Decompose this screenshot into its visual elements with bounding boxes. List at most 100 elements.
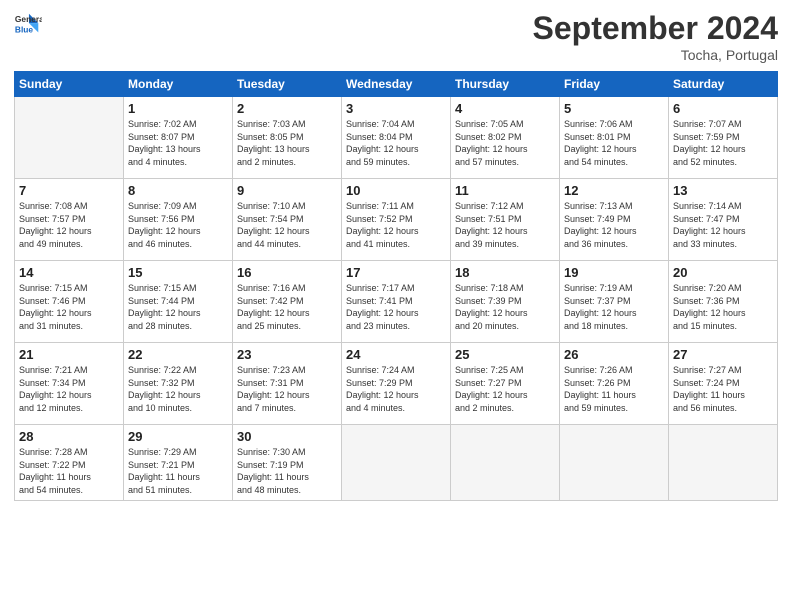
day-number: 10 (346, 183, 446, 198)
day-info: Sunrise: 7:12 AMSunset: 7:51 PMDaylight:… (455, 200, 555, 250)
table-row: 24Sunrise: 7:24 AMSunset: 7:29 PMDayligh… (342, 343, 451, 425)
table-row: 19 Sunrise: 7:19 AMSunset: 7:37 PMDayligh… (560, 261, 669, 343)
table-row: 20Sunrise: 7:20 AMSunset: 7:36 PMDayligh… (669, 261, 778, 343)
day-number: 28 (19, 429, 119, 444)
day-info: Sunrise: 7:05 AMSunset: 8:02 PMDaylight:… (455, 118, 555, 168)
day-number: 11 (455, 183, 555, 198)
header-sunday: Sunday (15, 72, 124, 97)
day-info: Sunrise: 7:16 AMSunset: 7:42 PMDaylight:… (237, 282, 337, 332)
day-info: Sunrise: 7:11 AMSunset: 7:52 PMDaylight:… (346, 200, 446, 250)
page: General Blue September 2024 Tocha, Portu… (0, 0, 792, 612)
day-number: 24 (346, 347, 446, 362)
day-number: 6 (673, 101, 773, 116)
day-info: Sunrise: 7:23 AMSunset: 7:31 PMDaylight:… (237, 364, 337, 414)
header-friday: Friday (560, 72, 669, 97)
table-row: 22 Sunrise: 7:22 AMSunset: 7:32 PMDayligh… (124, 343, 233, 425)
table-row: 7 Sunrise: 7:08 AMSunset: 7:57 PMDaylight… (15, 179, 124, 261)
day-info: Sunrise: 7:20 AMSunset: 7:36 PMDaylight:… (673, 282, 773, 332)
table-row: 12 Sunrise: 7:13 AMSunset: 7:49 PMDayligh… (560, 179, 669, 261)
table-row: 27 Sunrise: 7:27 AMSunset: 7:24 PMDayligh… (669, 343, 778, 425)
day-number: 21 (19, 347, 119, 362)
day-info: Sunrise: 7:15 AMSunset: 7:46 PMDaylight:… (19, 282, 119, 332)
day-number: 29 (128, 429, 228, 444)
table-row: 3 Sunrise: 7:04 AMSunset: 8:04 PMDaylight… (342, 97, 451, 179)
logo-icon: General Blue (14, 10, 42, 38)
table-row: 16 Sunrise: 7:16 AMSunset: 7:42 PMDayligh… (233, 261, 342, 343)
table-row: 11 Sunrise: 7:12 AMSunset: 7:51 PMDayligh… (451, 179, 560, 261)
day-number: 26 (564, 347, 664, 362)
location: Tocha, Portugal (533, 47, 778, 63)
day-number: 19 (564, 265, 664, 280)
day-number: 3 (346, 101, 446, 116)
day-info: Sunrise: 7:10 AMSunset: 7:54 PMDaylight:… (237, 200, 337, 250)
header-thursday: Thursday (451, 72, 560, 97)
day-info: Sunrise: 7:28 AMSunset: 7:22 PMDaylight:… (19, 446, 119, 496)
day-number: 9 (237, 183, 337, 198)
day-number: 15 (128, 265, 228, 280)
svg-text:Blue: Blue (15, 24, 33, 34)
day-info: Sunrise: 7:15 AMSunset: 7:44 PMDaylight:… (128, 282, 228, 332)
table-row: 21 Sunrise: 7:21 AMSunset: 7:34 PMDayligh… (15, 343, 124, 425)
day-info: Sunrise: 7:19 AMSunset: 7:37 PMDaylight:… (564, 282, 664, 332)
table-row: 2 Sunrise: 7:03 AMSunset: 8:05 PMDaylight… (233, 97, 342, 179)
day-info: Sunrise: 7:08 AMSunset: 7:57 PMDaylight:… (19, 200, 119, 250)
day-number: 8 (128, 183, 228, 198)
day-number: 27 (673, 347, 773, 362)
day-info: Sunrise: 7:03 AMSunset: 8:05 PMDaylight:… (237, 118, 337, 168)
table-row (560, 425, 669, 501)
day-number: 13 (673, 183, 773, 198)
table-row: 30Sunrise: 7:30 AMSunset: 7:19 PMDayligh… (233, 425, 342, 501)
day-number: 16 (237, 265, 337, 280)
table-row: 13 Sunrise: 7:14 AMSunset: 7:47 PMDayligh… (669, 179, 778, 261)
svg-text:General: General (15, 14, 42, 24)
day-number: 5 (564, 101, 664, 116)
day-info: Sunrise: 7:17 AMSunset: 7:41 PMDaylight:… (346, 282, 446, 332)
table-row: 4 Sunrise: 7:05 AMSunset: 8:02 PMDaylight… (451, 97, 560, 179)
header-tuesday: Tuesday (233, 72, 342, 97)
day-info: Sunrise: 7:14 AMSunset: 7:47 PMDaylight:… (673, 200, 773, 250)
table-row: 15 Sunrise: 7:15 AMSunset: 7:44 PMDayligh… (124, 261, 233, 343)
table-row: 28 Sunrise: 7:28 AMSunset: 7:22 PMDayligh… (15, 425, 124, 501)
day-info: Sunrise: 7:02 AMSunset: 8:07 PMDaylight:… (128, 118, 228, 168)
header-wednesday: Wednesday (342, 72, 451, 97)
day-number: 18 (455, 265, 555, 280)
day-info: Sunrise: 7:21 AMSunset: 7:34 PMDaylight:… (19, 364, 119, 414)
day-info: Sunrise: 7:13 AMSunset: 7:49 PMDaylight:… (564, 200, 664, 250)
table-row (451, 425, 560, 501)
day-info: Sunrise: 7:22 AMSunset: 7:32 PMDaylight:… (128, 364, 228, 414)
day-number: 7 (19, 183, 119, 198)
table-row: 17 Sunrise: 7:17 AMSunset: 7:41 PMDayligh… (342, 261, 451, 343)
table-row: 26 Sunrise: 7:26 AMSunset: 7:26 PMDayligh… (560, 343, 669, 425)
table-row: 10 Sunrise: 7:11 AMSunset: 7:52 PMDayligh… (342, 179, 451, 261)
table-row: 6 Sunrise: 7:07 AMSunset: 7:59 PMDaylight… (669, 97, 778, 179)
table-row: 5 Sunrise: 7:06 AMSunset: 8:01 PMDaylight… (560, 97, 669, 179)
day-number: 2 (237, 101, 337, 116)
header-saturday: Saturday (669, 72, 778, 97)
table-row: 18 Sunrise: 7:18 AMSunset: 7:39 PMDayligh… (451, 261, 560, 343)
calendar: Sunday Monday Tuesday Wednesday Thursday… (14, 71, 778, 501)
day-info: Sunrise: 7:25 AMSunset: 7:27 PMDaylight:… (455, 364, 555, 414)
day-number: 17 (346, 265, 446, 280)
table-row (342, 425, 451, 501)
header: General Blue September 2024 Tocha, Portu… (14, 10, 778, 63)
day-info: Sunrise: 7:27 AMSunset: 7:24 PMDaylight:… (673, 364, 773, 414)
day-info: Sunrise: 7:07 AMSunset: 7:59 PMDaylight:… (673, 118, 773, 168)
table-row: 9 Sunrise: 7:10 AMSunset: 7:54 PMDaylight… (233, 179, 342, 261)
day-number: 4 (455, 101, 555, 116)
day-number: 14 (19, 265, 119, 280)
table-row: 29Sunrise: 7:29 AMSunset: 7:21 PMDayligh… (124, 425, 233, 501)
table-row: 25 Sunrise: 7:25 AMSunset: 7:27 PMDayligh… (451, 343, 560, 425)
day-info: Sunrise: 7:18 AMSunset: 7:39 PMDaylight:… (455, 282, 555, 332)
day-number: 23 (237, 347, 337, 362)
day-number: 30 (237, 429, 337, 444)
day-number: 12 (564, 183, 664, 198)
table-row: 1 Sunrise: 7:02 AMSunset: 8:07 PMDaylight… (124, 97, 233, 179)
month-title: September 2024 (533, 10, 778, 47)
day-info: Sunrise: 7:04 AMSunset: 8:04 PMDaylight:… (346, 118, 446, 168)
day-number: 22 (128, 347, 228, 362)
table-row (669, 425, 778, 501)
day-info: Sunrise: 7:06 AMSunset: 8:01 PMDaylight:… (564, 118, 664, 168)
day-number: 1 (128, 101, 228, 116)
day-info: Sunrise: 7:26 AMSunset: 7:26 PMDaylight:… (564, 364, 664, 414)
day-number: 25 (455, 347, 555, 362)
